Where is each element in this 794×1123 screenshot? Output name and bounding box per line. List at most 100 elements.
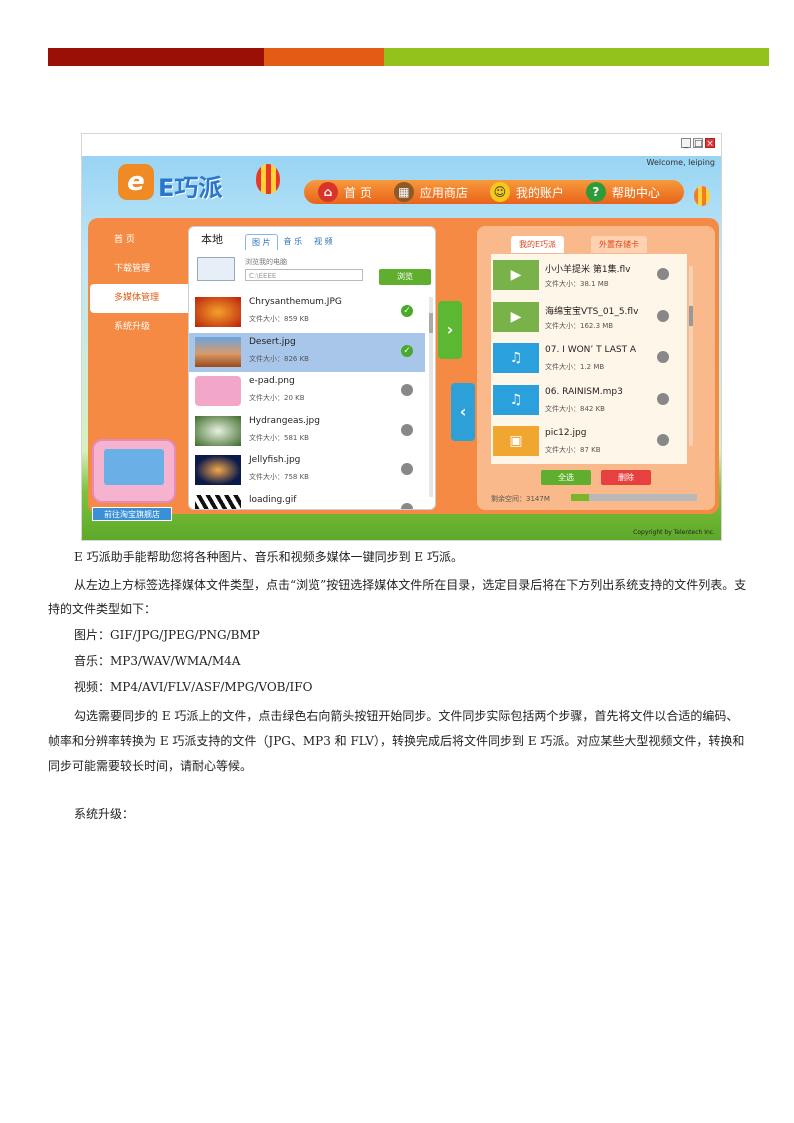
file-name: pic12.jpg	[545, 428, 587, 438]
device-file-row[interactable]: ▶ 海绵宝宝VTS_01_5.flv 文件大小：162.3 MB	[491, 296, 687, 338]
device-file-row[interactable]: ▣ pic12.jpg 文件大小：87 KB	[491, 420, 687, 462]
file-size: 文件大小：87 KB	[545, 446, 601, 454]
file-name: 07. I WON’ T LAST A	[545, 345, 637, 355]
unchecked-icon[interactable]	[657, 268, 669, 280]
file-row[interactable]: loading.gif	[189, 491, 425, 509]
nav-home[interactable]: ⌂ 首 页	[318, 182, 372, 202]
file-name: 海绵宝宝VTS_01_5.flv	[545, 306, 639, 317]
check-icon[interactable]: ✓	[401, 344, 413, 357]
nav-label: 首 页	[344, 185, 372, 200]
logo-e-icon: e	[118, 164, 154, 200]
tab-my-epad[interactable]: 我的E巧派	[511, 236, 565, 253]
video-file-icon: ▶	[493, 301, 539, 332]
thumbnail	[195, 297, 241, 327]
store-icon: ▦	[393, 182, 414, 202]
file-row[interactable]: Hydrangeas.jpg 文件大小：581 KB	[189, 412, 425, 452]
thumbnail	[195, 376, 241, 406]
delete-button[interactable]: 删除	[601, 470, 651, 485]
file-row[interactable]: Jellyfish.jpg 文件大小：758 KB	[189, 451, 425, 491]
file-name: Chrysanthemum.JPG	[249, 297, 342, 307]
select-all-button[interactable]: 全选	[541, 470, 591, 485]
paragraph-video-types: 视频：MP4/AVI/FLV/ASF/MPG/VOB/IFO	[74, 680, 313, 694]
device-file-row[interactable]: ♫ 06. RAINISM.mp3 文件大小：842 KB	[491, 379, 687, 421]
device-file-list: ▶ 小小羊提米 第1集.flv 文件大小：38.1 MB ▶ 海绵宝宝VTS_0…	[491, 254, 687, 464]
paragraph-music-types: 音乐：MP3/WAV/WMA/M4A	[74, 654, 241, 668]
minimize-icon[interactable]: _	[681, 138, 691, 149]
scrollbar[interactable]	[429, 297, 433, 497]
unchecked-icon[interactable]	[401, 502, 413, 509]
thumbnail	[195, 455, 241, 485]
unchecked-icon[interactable]	[401, 384, 413, 396]
check-icon[interactable]: ✓	[401, 305, 413, 317]
device-file-row[interactable]: ♫ 07. I WON’ T LAST A 文件大小：1.2 MB	[491, 337, 687, 379]
nav-label: 应用商店	[419, 185, 468, 200]
taobao-shop-button[interactable]: 前往淘宝旗舰店	[92, 507, 172, 521]
media-tabs: 图 片 音 乐 视 频	[245, 234, 339, 250]
small-balloon-icon	[694, 186, 710, 206]
tab-music[interactable]: 音 乐	[278, 234, 309, 250]
side-item-downloads[interactable]: 下载管理	[90, 255, 190, 284]
file-size: 文件大小：581 KB	[249, 433, 309, 442]
nav-store[interactable]: ▦ 应用商店	[393, 182, 468, 202]
side-item-multimedia[interactable]: 多媒体管理	[90, 284, 190, 313]
paragraph-instructions: 从左边上方标签选择媒体文件类型，点击“浏览”按钮选择媒体文件所在目录，选定目录后…	[48, 578, 747, 616]
image-file-icon: ▣	[493, 426, 539, 456]
device-files-panel: 我的E巧派 外置存储卡 ▶ 小小羊提米 第1集.flv 文件大小：38.1 MB…	[477, 226, 715, 510]
header-bar-green	[384, 48, 769, 66]
computer-icon	[197, 257, 235, 281]
unchecked-icon[interactable]	[401, 423, 413, 436]
file-size: 文件大小：1.2 MB	[545, 363, 605, 371]
nav-label: 我的账户	[515, 185, 564, 200]
thumbnail	[195, 336, 241, 367]
scrollbar[interactable]	[689, 266, 693, 446]
header-color-bar	[48, 48, 769, 66]
copyright: Copyright by Telentech Inc.	[633, 529, 715, 536]
storage-bar	[571, 494, 697, 501]
tab-images[interactable]: 图 片	[245, 234, 278, 250]
account-icon: ☺	[489, 182, 510, 202]
home-icon: ⌂	[318, 182, 338, 202]
nav-account[interactable]: ☺ 我的账户	[489, 182, 564, 202]
unchecked-icon[interactable]	[657, 309, 669, 322]
side-item-system-upgrade[interactable]: 系统升级	[90, 313, 190, 342]
unchecked-icon[interactable]	[401, 463, 413, 475]
local-files-panel: 本地 图 片 音 乐 视 频 浏览我的电脑 C:\EEEE 浏览 Chrysan…	[188, 226, 436, 510]
file-name: Hydrangeas.jpg	[249, 415, 320, 426]
file-row[interactable]: e-pad.png 文件大小：20 KB	[189, 372, 425, 412]
app-screenshot: _ □ × Welcome, leiping e E巧派 ⌂ 首 页 ▦ 应用商…	[81, 133, 722, 541]
path-input[interactable]: C:\EEEE	[245, 269, 363, 281]
side-item-home[interactable]: 首 页	[90, 226, 190, 255]
logo-text: E巧派	[158, 174, 223, 202]
section-heading-system-upgrade: 系统升级：	[74, 807, 135, 821]
unchecked-icon[interactable]	[657, 392, 669, 405]
thumbnail	[195, 415, 241, 446]
file-name: Desert.jpg	[249, 336, 296, 347]
device-file-row[interactable]: ▶ 小小羊提米 第1集.flv 文件大小：38.1 MB	[491, 254, 687, 296]
file-size: 文件大小：38.1 MB	[545, 280, 609, 288]
sync-to-local-button[interactable]: ‹	[451, 383, 475, 441]
window-titlebar: _ □ ×	[82, 134, 721, 156]
tab-external-storage[interactable]: 外置存储卡	[591, 236, 647, 253]
help-icon: ?	[585, 182, 606, 202]
file-name: 小小羊提米 第1集.flv	[545, 265, 631, 275]
sync-to-device-button[interactable]: ›	[438, 301, 462, 359]
file-name: 06. RAINISM.mp3	[545, 386, 623, 397]
close-icon[interactable]: ×	[705, 138, 715, 149]
tab-video[interactable]: 视 频	[308, 234, 339, 250]
file-row[interactable]: Desert.jpg 文件大小：826 KB ✓	[189, 332, 425, 372]
file-row[interactable]: Chrysanthemum.JPG 文件大小：859 KB ✓	[189, 293, 425, 333]
device-image	[92, 439, 176, 503]
unchecked-icon[interactable]	[657, 351, 669, 363]
file-size: 文件大小：758 KB	[249, 473, 309, 481]
nav-help[interactable]: ? 帮助中心	[585, 182, 660, 202]
file-size: 文件大小：859 KB	[249, 315, 309, 323]
header-bar-orange	[264, 48, 384, 66]
local-file-list: Chrysanthemum.JPG 文件大小：859 KB ✓ Desert.j…	[189, 293, 425, 509]
file-size: 文件大小：20 KB	[249, 394, 305, 402]
browse-button[interactable]: 浏览	[379, 269, 431, 285]
unchecked-icon[interactable]	[657, 434, 669, 446]
file-name: Jellyfish.jpg	[249, 455, 301, 465]
storage-bar-fill	[571, 494, 589, 501]
browse-label: 浏览我的电脑	[245, 258, 287, 266]
maximize-icon[interactable]: □	[693, 138, 703, 149]
